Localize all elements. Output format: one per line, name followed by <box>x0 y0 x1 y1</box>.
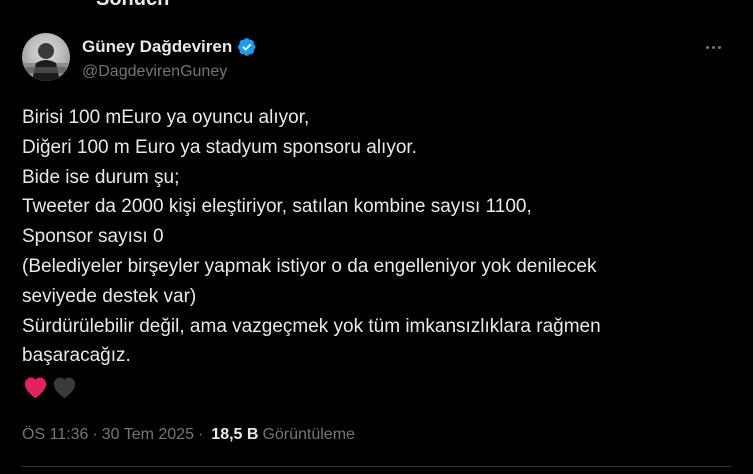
tweet-line: Sürdürülebilir değil, ama vazgeçmek yok … <box>22 315 601 337</box>
meta-separator: · <box>92 426 98 443</box>
more-options-icon[interactable] <box>700 37 726 57</box>
author-handle[interactable]: @DagdevirenGuney <box>82 63 227 81</box>
previous-tweet-cut-text: Sonuch <box>96 0 169 11</box>
tweet-meta: ÖS 11:36 · 30 Tem 2025 · 18,5 B Görüntül… <box>22 426 355 444</box>
author-name[interactable]: Güney Dağdeviren <box>82 37 232 57</box>
tweet-line: Sponsor sayısı 0 <box>22 226 164 248</box>
divider <box>22 466 731 467</box>
black-heart-icon <box>53 377 76 399</box>
meta-separator: · <box>197 426 204 443</box>
tweet-line: Diğeri 100 m Euro ya stadyum sponsoru al… <box>22 136 417 158</box>
tweet-text: Birisi 100 mEuro ya oyuncu alıyor, Diğer… <box>22 103 722 371</box>
tweet-line: Tweeter da 2000 kişi eleştiriyor, satıla… <box>22 196 532 218</box>
tweet-date[interactable]: 30 Tem 2025 <box>102 426 194 444</box>
red-heart-icon <box>24 377 47 399</box>
tweet-time[interactable]: ÖS 11:36 <box>22 426 88 444</box>
avatar[interactable] <box>22 33 70 81</box>
tweet-line: (Belediyeler birşeyler yapmak istiyor o … <box>22 255 597 277</box>
tweet-line: başaracağız. <box>22 345 131 367</box>
tweet-line: Birisi 100 mEuro ya oyuncu alıyor, <box>22 107 310 128</box>
tweet-header: Güney Dağdeviren @DagdevirenGuney <box>22 33 732 83</box>
views-count: 18,5 B <box>211 426 259 443</box>
tweet-line: Bide ise durum şu; <box>22 166 180 188</box>
author-name-row[interactable]: Güney Dağdeviren <box>82 37 257 57</box>
tweet-line: seviyede destek var) <box>22 285 197 307</box>
views-label: Görüntüleme <box>262 426 355 443</box>
emoji-row <box>22 374 78 404</box>
verified-badge-icon <box>238 38 256 56</box>
